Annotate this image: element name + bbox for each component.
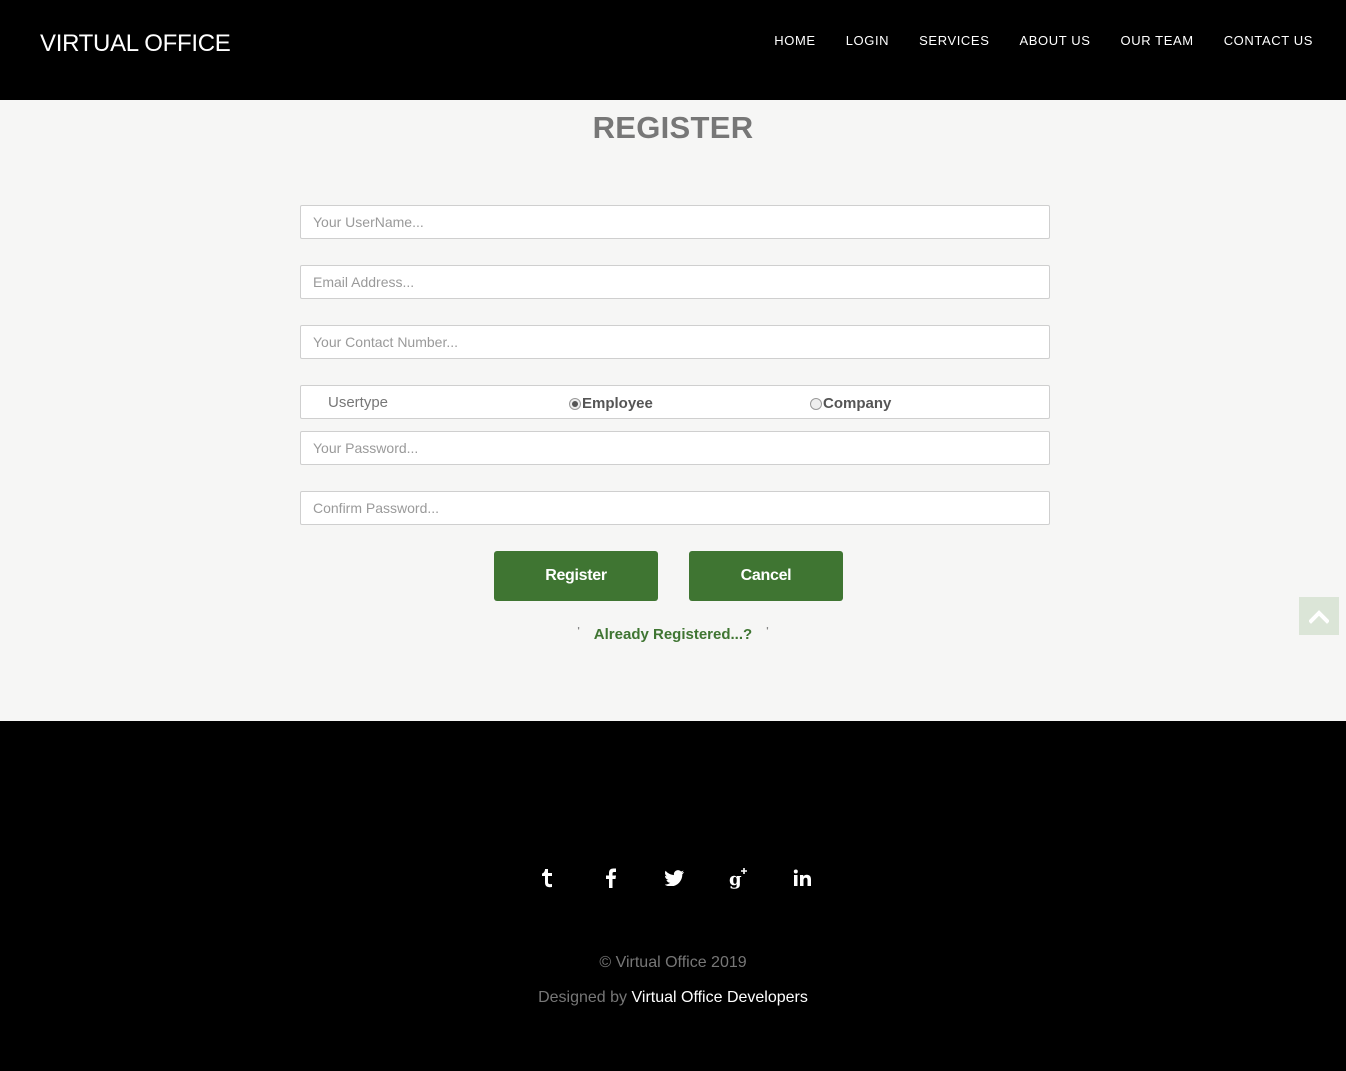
- company-radio[interactable]: [810, 397, 822, 410]
- linkedin-icon[interactable]: [788, 863, 818, 893]
- designed-by-label: Designed by: [538, 989, 628, 1006]
- contact-number-field[interactable]: [300, 325, 1050, 359]
- bullet-left: ': [577, 626, 580, 637]
- twitter-icon[interactable]: [660, 863, 690, 893]
- google-plus-icon[interactable]: g: [724, 863, 754, 893]
- nav-services[interactable]: SERVICES: [919, 33, 989, 49]
- chevron-up-icon: [1309, 610, 1329, 624]
- scroll-to-top-button[interactable]: [1299, 597, 1339, 635]
- password-field[interactable]: [300, 431, 1050, 465]
- register-section: REGISTER Usertype Employee Company Regis…: [0, 100, 1346, 721]
- company-radio-label: Company: [823, 395, 892, 412]
- developer-link[interactable]: Virtual Office Developers: [632, 989, 808, 1006]
- usertype-label: Usertype: [328, 394, 389, 411]
- brand-logo[interactable]: VIRTUAL OFFICE: [40, 30, 231, 58]
- tumblr-icon[interactable]: [532, 863, 562, 893]
- nav-login[interactable]: LOGIN: [846, 33, 889, 49]
- site-header: VIRTUAL OFFICE HOME LOGIN SERVICES ABOUT…: [0, 0, 1346, 100]
- email-field[interactable]: [300, 265, 1050, 299]
- nav-home[interactable]: HOME: [774, 33, 815, 49]
- usertype-company-option[interactable]: Company: [810, 395, 891, 412]
- username-field[interactable]: [300, 205, 1050, 239]
- nav-contact-us[interactable]: CONTACT US: [1224, 33, 1313, 49]
- register-button[interactable]: Register: [494, 551, 658, 601]
- site-footer: g © Virtual Office 2019 Designed by Virt…: [0, 721, 1346, 1071]
- designed-by-text: Designed by Virtual Office Developers: [0, 989, 1346, 1007]
- usertype-employee-option[interactable]: Employee: [569, 395, 653, 412]
- social-links: g: [532, 863, 852, 893]
- cancel-button[interactable]: Cancel: [689, 551, 843, 601]
- main-nav: HOME LOGIN SERVICES ABOUT US OUR TEAM CO…: [744, 33, 1313, 49]
- nav-our-team[interactable]: OUR TEAM: [1121, 33, 1194, 49]
- already-registered-link[interactable]: Already Registered...?: [594, 626, 752, 643]
- page-title: REGISTER: [592, 110, 754, 145]
- employee-radio[interactable]: [569, 397, 581, 410]
- copyright-text: © Virtual Office 2019: [599, 954, 747, 971]
- employee-radio-label: Employee: [582, 395, 653, 412]
- facebook-icon[interactable]: [596, 863, 626, 893]
- nav-about-us[interactable]: ABOUT US: [1019, 33, 1090, 49]
- svg-text:g: g: [729, 869, 742, 889]
- usertype-group: Usertype Employee Company: [300, 385, 1050, 419]
- confirm-password-field[interactable]: [300, 491, 1050, 525]
- bullet-right: ': [766, 626, 769, 637]
- already-registered-row: ' Already Registered...? ': [0, 626, 1346, 643]
